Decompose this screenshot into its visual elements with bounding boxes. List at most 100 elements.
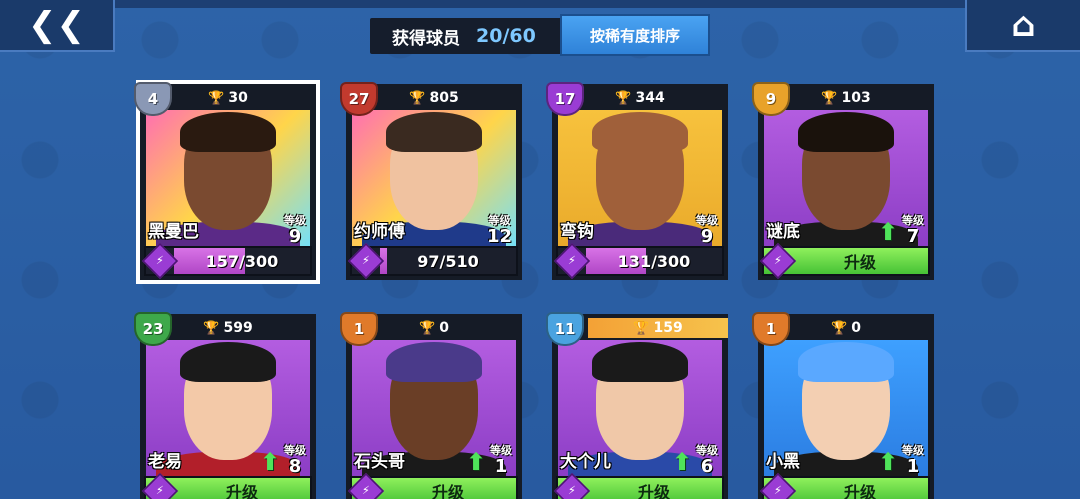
rarity-rank-badge: 23 <box>134 312 172 346</box>
player-hair <box>386 112 482 152</box>
rarity-rank-badge: 11 <box>546 312 584 346</box>
trophy-value: 30 <box>228 90 248 106</box>
players-obtained-panel: 获得球员 20/60 <box>370 18 562 54</box>
player-name: 老易 <box>148 452 182 472</box>
player-card[interactable]: 🏆 805 约师傅 等级 12 97/510 ⚡ 27 <box>340 82 522 280</box>
trophy-value: 344 <box>635 90 665 106</box>
rarity-rank-badge: 17 <box>546 82 584 116</box>
player-name: 黑曼巴 <box>148 222 199 242</box>
player-level: 等级 9 <box>284 212 306 246</box>
back-button[interactable]: ❮❮ <box>0 0 115 52</box>
player-card[interactable]: 🏆 0 石头哥 等级 1 ⬆ 升级 ⚡ 1 <box>340 312 522 499</box>
player-card[interactable]: 🏆 344 弯钩 等级 9 131/300 ⚡ 17 <box>546 82 728 280</box>
lightning-gem-icon: ⚡ <box>141 242 179 280</box>
trophy-value: 599 <box>223 320 253 336</box>
player-card[interactable]: 🏆 0 小黑 等级 1 ⬆ 升级 ⚡ 1 <box>752 312 934 499</box>
progress-text: 97/510 <box>417 251 479 271</box>
player-level: 等级 1 <box>902 442 924 476</box>
player-name: 石头哥 <box>354 452 405 472</box>
level-value: 9 <box>288 226 302 247</box>
home-button[interactable]: ⌂ <box>965 0 1080 52</box>
trophy-count: 🏆 159 <box>588 318 728 338</box>
rarity-rank-badge: 4 <box>134 82 172 116</box>
player-level: 等级 9 <box>696 212 718 246</box>
lightning-gem-icon: ⚡ <box>141 472 179 499</box>
player-card[interactable]: 🏆 103 谜底 等级 7 ⬆ 升级 ⚡ 9 <box>752 82 934 280</box>
lightning-gem-icon: ⚡ <box>347 242 385 280</box>
trophy-icon: 🏆 <box>203 320 220 336</box>
lightning-gem-icon: ⚡ <box>759 242 797 280</box>
upgrade-arrow-icon: ⬆ <box>672 448 693 476</box>
lightning-gem-icon: ⚡ <box>553 472 591 499</box>
trophy-icon: 🏆 <box>831 320 848 336</box>
double-chevron-left-icon: ❮❮ <box>28 5 85 45</box>
top-bar <box>0 0 1080 8</box>
trophy-value: 159 <box>653 320 683 336</box>
player-card[interactable]: 🏆 599 老易 等级 8 ⬆ 升级 ⚡ 23 <box>134 312 316 499</box>
level-value: 7 <box>906 226 920 247</box>
player-level: 等级 6 <box>696 442 718 476</box>
players-obtained-count: 20/60 <box>476 25 536 47</box>
player-hair <box>180 112 276 152</box>
rarity-rank-badge: 1 <box>752 312 790 346</box>
player-name: 约师傅 <box>354 222 405 242</box>
player-hair <box>592 112 688 152</box>
upgrade-arrow-icon: ⬆ <box>466 448 487 476</box>
player-name: 弯钩 <box>560 222 594 242</box>
lightning-gem-icon: ⚡ <box>347 472 385 499</box>
upgrade-arrow-icon: ⬆ <box>878 448 899 476</box>
player-level: 等级 8 <box>284 442 306 476</box>
sort-by-rarity-button[interactable]: 按稀有度排序 <box>560 14 710 56</box>
player-level: 等级 7 <box>902 212 924 246</box>
player-name: 小黑 <box>766 452 800 472</box>
upgrade-label: 升级 <box>843 483 876 499</box>
player-hair <box>798 112 894 152</box>
upgrade-label: 升级 <box>225 483 258 499</box>
rarity-rank-badge: 1 <box>340 312 378 346</box>
trophy-icon: 🏆 <box>615 90 632 106</box>
level-value: 9 <box>700 226 714 247</box>
trophy-icon: 🏆 <box>409 90 426 106</box>
lightning-gem-icon: ⚡ <box>759 472 797 499</box>
trophy-icon: 🏆 <box>419 320 436 336</box>
progress-text: 131/300 <box>617 251 691 271</box>
level-value: 1 <box>906 456 920 477</box>
upgrade-button[interactable]: 升级 ⚡ <box>553 472 724 499</box>
player-card[interactable]: 🏆 159 大个儿 等级 6 ⬆ 升级 ⚡ 11 <box>546 312 728 499</box>
card-progress-bar: 131/300 ⚡ <box>553 242 724 280</box>
trophy-icon: 🏆 <box>821 90 838 106</box>
upgrade-label: 升级 <box>843 253 876 272</box>
trophy-value: 805 <box>429 90 459 106</box>
trophy-value: 103 <box>841 90 871 106</box>
player-card[interactable]: 🏆 30 黑曼巴 等级 9 157/300 ⚡ 4 <box>134 80 320 284</box>
upgrade-button[interactable]: 升级 ⚡ <box>759 472 930 499</box>
rarity-rank-badge: 9 <box>752 82 790 116</box>
player-level: 等级 1 <box>490 442 512 476</box>
upgrade-button[interactable]: 升级 ⚡ <box>759 242 930 280</box>
player-hair <box>798 342 894 382</box>
upgrade-button[interactable]: 升级 ⚡ <box>141 472 312 499</box>
trophy-icon: 🏆 <box>633 320 650 336</box>
player-name: 大个儿 <box>560 452 611 472</box>
player-hair <box>180 342 276 382</box>
player-hair <box>592 342 688 382</box>
upgrade-label: 升级 <box>637 483 670 499</box>
card-progress-bar: 97/510 ⚡ <box>347 242 518 280</box>
level-value: 1 <box>494 456 508 477</box>
level-value: 12 <box>486 226 512 247</box>
player-level: 等级 12 <box>487 212 512 246</box>
player-hair <box>386 342 482 382</box>
trophy-icon: 🏆 <box>208 90 225 106</box>
lightning-gem-icon: ⚡ <box>553 242 591 280</box>
level-value: 6 <box>700 456 714 477</box>
upgrade-arrow-icon: ⬆ <box>878 218 899 246</box>
upgrade-label: 升级 <box>431 483 464 499</box>
trophy-value: 0 <box>851 320 861 336</box>
home-icon: ⌂ <box>1011 5 1036 45</box>
trophy-value: 0 <box>439 320 449 336</box>
progress-text: 157/300 <box>205 251 279 271</box>
player-name: 谜底 <box>766 222 800 242</box>
upgrade-button[interactable]: 升级 ⚡ <box>347 472 518 499</box>
card-progress-bar: 157/300 ⚡ <box>141 242 312 280</box>
players-obtained-label: 获得球员 <box>392 28 460 49</box>
